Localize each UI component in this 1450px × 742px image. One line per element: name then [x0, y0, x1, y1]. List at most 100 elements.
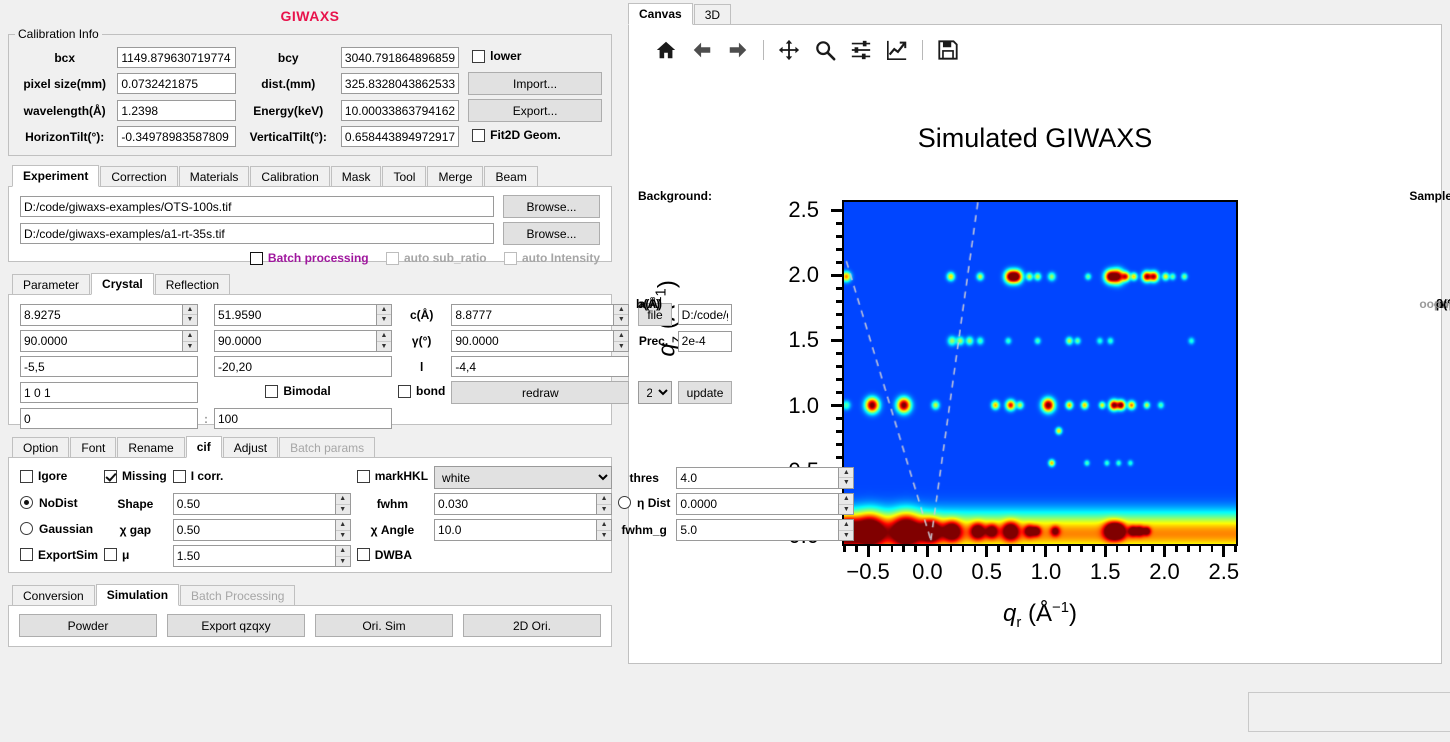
fwhm-input[interactable]	[434, 493, 597, 515]
alpha-input[interactable]	[20, 330, 182, 352]
spinner-arrows-icon[interactable]: ▲ ▼	[838, 466, 855, 489]
sample-path-input[interactable]	[20, 223, 494, 244]
spinner-arrows-icon[interactable]: ▲ ▼	[838, 519, 855, 541]
shape-spinner[interactable]: ▲▼	[172, 493, 351, 515]
shape-input[interactable]	[172, 493, 335, 515]
configure-subplots-icon[interactable]	[846, 35, 876, 65]
eta-dist-radio[interactable]: η Dist	[618, 496, 670, 510]
home-icon[interactable]	[651, 35, 681, 65]
beta-input[interactable]	[214, 330, 376, 352]
mu-spinner[interactable]: ▲▼	[172, 545, 351, 567]
oopip-start-input[interactable]	[20, 408, 198, 429]
tab-rename[interactable]: Rename	[117, 437, 185, 458]
powder-button[interactable]: Powder	[19, 614, 157, 637]
energy-input[interactable]	[340, 100, 460, 121]
oopip-end-input[interactable]	[214, 408, 392, 429]
wavelength-input[interactable]	[117, 100, 236, 121]
tab-correction[interactable]: Correction	[100, 166, 178, 187]
a-input[interactable]	[20, 303, 182, 326]
exportsim-checkbox[interactable]: ExportSim	[20, 548, 98, 562]
2d-ori-button[interactable]: 2D Ori.	[463, 614, 601, 637]
spinner-arrows-icon[interactable]: ▲ ▼	[182, 303, 198, 326]
gamma-spinner[interactable]: ▲▼	[451, 330, 630, 352]
tab-experiment[interactable]: Experiment	[12, 165, 100, 187]
l-input[interactable]	[451, 356, 630, 377]
zoom-magnifier-icon[interactable]	[810, 35, 840, 65]
tab-canvas[interactable]: Canvas	[628, 3, 693, 25]
spinner-arrows-icon[interactable]: ▲ ▼	[596, 519, 613, 541]
chi-gap-spinner[interactable]: ▲▼	[172, 519, 351, 541]
tab-tool[interactable]: Tool	[382, 166, 427, 187]
icorr-checkbox[interactable]: I corr.	[172, 469, 223, 483]
bcy-input[interactable]	[340, 47, 460, 68]
vertical-tilt-input[interactable]	[340, 126, 460, 147]
spinner-arrows-icon[interactable]: ▲ ▼	[838, 493, 855, 515]
spinner-arrows-icon[interactable]: ▲ ▼	[182, 330, 198, 352]
gamma-input[interactable]	[451, 330, 614, 352]
spinner-arrows-icon[interactable]: ▲ ▼	[334, 545, 351, 567]
tab-conversion[interactable]: Conversion	[12, 585, 95, 606]
tab-merge[interactable]: Merge	[427, 166, 484, 187]
missing-checkbox[interactable]: Missing	[104, 469, 167, 483]
spinner-arrows-icon[interactable]: ▲ ▼	[613, 303, 630, 326]
oop-input[interactable]	[20, 382, 198, 403]
beta-spinner[interactable]: ▲▼	[214, 330, 392, 352]
chi-angle-spinner[interactable]: ▲▼	[434, 519, 613, 541]
spinner-arrows-icon[interactable]: ▲ ▼	[376, 330, 392, 352]
back-arrow-icon[interactable]	[687, 35, 717, 65]
bcx-input[interactable]	[117, 47, 236, 68]
markhkl-color-select[interactable]: white	[434, 466, 613, 489]
chi-angle-input[interactable]	[434, 519, 597, 541]
igore-checkbox[interactable]: Igore	[20, 469, 67, 483]
import-button[interactable]: Import...	[468, 72, 602, 95]
tab-crystal[interactable]: Crystal	[91, 273, 154, 295]
mu-input[interactable]	[172, 545, 335, 567]
tab-font[interactable]: Font	[70, 437, 117, 458]
fit2d-geom-checkbox[interactable]: Fit2D Geom.	[472, 128, 561, 142]
forward-arrow-icon[interactable]	[723, 35, 753, 65]
tab-parameter[interactable]: Parameter	[12, 274, 91, 295]
tab-reflection[interactable]: Reflection	[154, 274, 231, 295]
thres-input[interactable]	[676, 466, 839, 489]
spinner-arrows-icon[interactable]: ▲ ▼	[376, 303, 392, 326]
k-input[interactable]	[214, 356, 392, 377]
tab-mask[interactable]: Mask	[330, 166, 382, 187]
b-input[interactable]	[214, 303, 376, 326]
markhkl-checkbox[interactable]: markHKL	[356, 469, 428, 483]
sample-browse-button[interactable]: Browse...	[503, 222, 600, 245]
mu-checkbox[interactable]: μ	[104, 548, 129, 562]
chi-gap-input[interactable]	[172, 519, 335, 541]
dwba-checkbox[interactable]: DWBA	[356, 548, 412, 562]
c-input[interactable]	[451, 303, 614, 326]
fwhm-g-input[interactable]	[676, 519, 839, 541]
spinner-arrows-icon[interactable]: ▲ ▼	[596, 493, 613, 515]
bond-checkbox[interactable]: bond	[398, 384, 445, 398]
spinner-arrows-icon[interactable]: ▲ ▼	[334, 519, 351, 541]
pan-move-icon[interactable]	[774, 35, 804, 65]
tab-materials[interactable]: Materials	[178, 166, 250, 187]
background-path-input[interactable]	[20, 196, 494, 217]
fwhm-g-spinner[interactable]: ▲▼	[676, 519, 855, 541]
c-spinner[interactable]: ▲▼	[451, 303, 630, 326]
export-button[interactable]: Export...	[468, 99, 602, 122]
redraw-button[interactable]: redraw	[451, 381, 630, 404]
tab-adjust[interactable]: Adjust	[222, 437, 279, 458]
nodist-radio[interactable]: NoDist	[20, 496, 78, 510]
tab-calibration[interactable]: Calibration	[250, 166, 330, 187]
export-qzqxy-button[interactable]: Export qzqxy	[167, 614, 305, 637]
horizon-tilt-input[interactable]	[117, 126, 236, 147]
spinner-arrows-icon[interactable]: ▲ ▼	[613, 330, 630, 352]
fwhm-spinner[interactable]: ▲▼	[434, 493, 613, 515]
edit-axis-curve-icon[interactable]	[882, 35, 912, 65]
dist-input[interactable]	[340, 73, 460, 94]
background-browse-button[interactable]: Browse...	[503, 195, 600, 218]
pixel-size-input[interactable]	[117, 73, 236, 94]
alpha-spinner[interactable]: ▲▼	[20, 330, 198, 352]
a-spinner[interactable]: ▲▼	[20, 303, 198, 326]
spinner-arrows-icon[interactable]: ▲ ▼	[334, 493, 351, 515]
eta-dist-input[interactable]	[676, 493, 839, 515]
eta-dist-spinner[interactable]: ▲▼	[676, 493, 855, 515]
batch-processing-checkbox[interactable]: Batch processing	[249, 251, 369, 265]
ori-sim-button[interactable]: Ori. Sim	[315, 614, 453, 637]
gaussian-radio[interactable]: Gaussian	[20, 522, 93, 536]
